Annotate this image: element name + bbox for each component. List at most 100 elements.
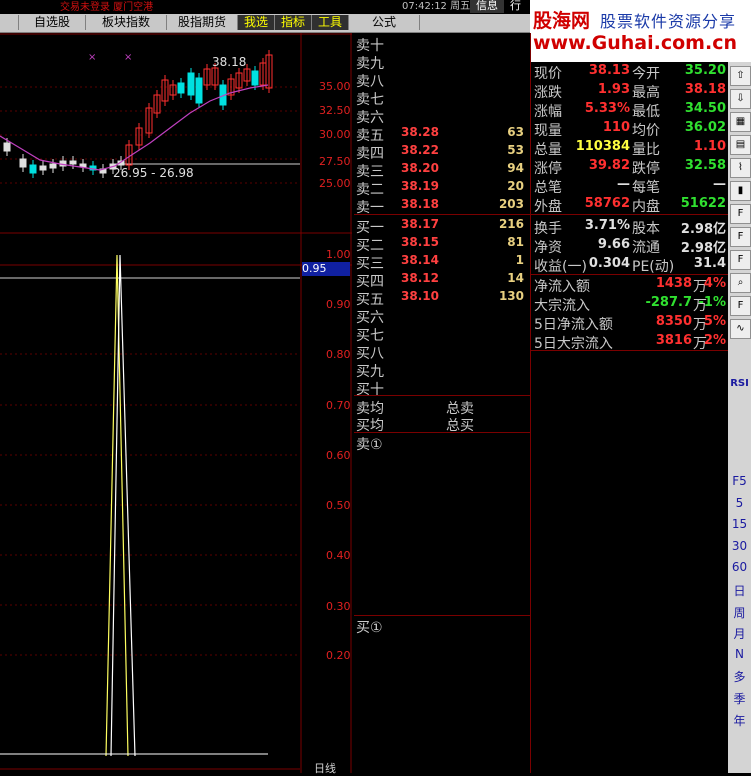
candle-icon[interactable]: ▮ <box>730 181 751 201</box>
buy-level-row[interactable]: 买三 38.14 1 <box>354 253 530 272</box>
f10-icon-2[interactable]: F <box>730 227 751 247</box>
period-button[interactable]: 日 <box>728 582 751 599</box>
level-label: 买七 <box>356 328 384 344</box>
menu-watchlist[interactable]: 自选股 <box>19 15 86 30</box>
level-volume: 203 <box>498 197 524 211</box>
level-price: 38.15 <box>401 235 439 249</box>
sell-level-row[interactable]: 卖十 <box>354 35 530 54</box>
buy-level-row[interactable]: 买九 <box>354 361 530 380</box>
flow-label: 5日净流入额 <box>534 317 613 333</box>
quote-label: 总量 <box>534 142 562 158</box>
rsi-button[interactable]: RSI <box>728 378 751 389</box>
tab-info[interactable]: 信息 <box>470 0 504 13</box>
candle-body <box>177 82 185 94</box>
period-button[interactable]: 30 <box>728 539 751 553</box>
candle-body <box>29 164 37 174</box>
buy-level-row[interactable]: 买六 <box>354 307 530 326</box>
candle-body <box>19 158 27 168</box>
level-label: 买十 <box>356 382 384 398</box>
menu-sector-index[interactable]: 板块指数 <box>86 15 167 30</box>
wave-icon[interactable]: ∿ <box>730 319 751 339</box>
arrow-down-icon[interactable]: ⇩ <box>730 89 751 109</box>
level-label: 卖八 <box>356 74 384 90</box>
period-button[interactable]: 年 <box>728 712 751 729</box>
sell-level-row[interactable]: 卖六 <box>354 107 530 126</box>
level-label: 买二 <box>356 238 384 254</box>
buy-level-row[interactable]: 买七 <box>354 325 530 344</box>
sell-level-row[interactable]: 卖二 38.19 20 <box>354 179 530 198</box>
level-price: 38.22 <box>401 143 439 157</box>
quote-label: 最低 <box>632 104 660 120</box>
chart-area[interactable]: × × <box>0 33 352 773</box>
period-button[interactable]: 15 <box>728 517 751 531</box>
buy-level-row[interactable]: 买八 <box>354 343 530 362</box>
sell-level-row[interactable]: 卖七 <box>354 89 530 108</box>
period-button[interactable]: 多 <box>728 668 751 685</box>
level-price: 38.14 <box>401 253 439 267</box>
quote-value: 31.4 <box>693 256 726 271</box>
f10-icon-3[interactable]: F <box>730 296 751 316</box>
quote-value: 34.50 <box>684 101 726 116</box>
period-button[interactable]: 月 <box>728 625 751 642</box>
menu-indicators[interactable]: 指标 <box>275 15 312 30</box>
quote-row: 现量 110 均价 36.02 <box>530 120 728 139</box>
menu-index-futures[interactable]: 股指期货 <box>167 15 238 30</box>
sell-level-row[interactable]: 卖一 38.18 203 <box>354 197 530 216</box>
menu-formula[interactable]: 公式 <box>349 15 420 30</box>
table-icon[interactable]: ▤ <box>730 135 751 155</box>
buy-level-row[interactable]: 买五 38.10 130 <box>354 289 530 308</box>
level-volume: 14 <box>507 271 524 285</box>
candle-body <box>3 142 11 152</box>
fig-icon[interactable]: F <box>730 250 751 270</box>
quote-value: 0.304 <box>588 256 630 271</box>
period-button[interactable]: F5 <box>728 474 751 488</box>
level-label: 买三 <box>356 256 384 272</box>
sell-level-row[interactable]: 卖五 38.28 63 <box>354 125 530 144</box>
indicator-y-tick: 0.30 <box>326 600 351 613</box>
arrow-up-icon[interactable]: ⇧ <box>730 66 751 86</box>
level-label: 买五 <box>356 292 384 308</box>
grid-icon[interactable]: ▦ <box>730 112 751 132</box>
buy-level-row[interactable]: 买四 38.12 14 <box>354 271 530 290</box>
sell-level-row[interactable]: 卖八 <box>354 71 530 90</box>
menu-left-stub[interactable] <box>0 15 19 30</box>
buy-queue-row[interactable]: 买① <box>354 617 530 636</box>
indicator-y-tick: 1.00 <box>326 248 351 261</box>
level-volume: 81 <box>507 235 524 249</box>
zoom-icon[interactable]: ⌕ <box>730 273 751 293</box>
level-volume: 63 <box>507 125 524 139</box>
period-button[interactable]: 周 <box>728 604 751 621</box>
sell-level-row[interactable]: 卖三 38.20 94 <box>354 161 530 180</box>
sell-level-row[interactable]: 卖四 38.22 53 <box>354 143 530 162</box>
menu-my-picks[interactable]: 我选 <box>238 15 275 30</box>
period-button[interactable]: N <box>728 647 751 661</box>
flow-label: 5日大宗流入 <box>534 336 613 352</box>
indicator-y-tick: 0.40 <box>326 549 351 562</box>
period-button[interactable]: 5 <box>728 496 751 510</box>
quote-row: 涨幅 5.33% 最低 34.50 <box>530 101 728 120</box>
quote-row: 净资 9.66 流通 2.98亿 <box>530 237 728 256</box>
sell-queue-row[interactable]: 卖① <box>354 434 530 453</box>
level-volume: 20 <box>507 179 524 193</box>
flow-percent: 5% <box>703 314 726 329</box>
quote-value: 3.71% <box>584 218 630 233</box>
buy-level-row[interactable]: 买二 38.15 81 <box>354 235 530 254</box>
fund-flow-row: 净流入额 1438 万 4% <box>530 276 728 295</box>
period-button[interactable]: 季 <box>728 690 751 707</box>
kline-y-tick: 32.50 <box>319 104 351 117</box>
tab-quote[interactable]: 行 <box>510 0 521 13</box>
quote-label: 现价 <box>534 66 562 82</box>
candle-body <box>187 72 195 96</box>
indicator-y-tick: 0.70 <box>326 399 351 412</box>
sell-level-row[interactable]: 卖九 <box>354 53 530 72</box>
quote-label: 跌停 <box>632 161 660 177</box>
line-chart-icon[interactable]: ⌇ <box>730 158 751 178</box>
f10-icon[interactable]: F <box>730 204 751 224</box>
period-button[interactable]: 60 <box>728 560 751 574</box>
buy-level-row[interactable]: 买一 38.17 216 <box>354 217 530 236</box>
flow-label: 大宗流入 <box>534 298 590 314</box>
indicator-y-tick: 0.50 <box>326 499 351 512</box>
menu-tools[interactable]: 工具 <box>312 15 349 30</box>
menu-bar: 自选股 板块指数 股指期货 我选 指标 工具 公式 <box>0 14 530 33</box>
flow-percent: -1% <box>698 295 726 310</box>
